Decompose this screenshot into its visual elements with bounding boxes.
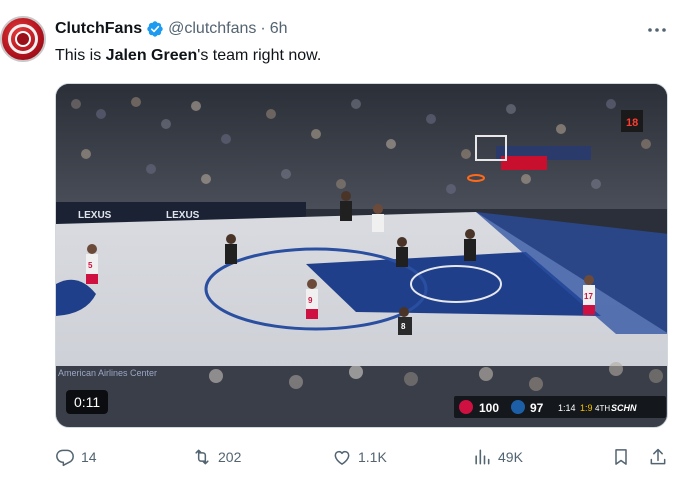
stanchion-sign bbox=[501, 156, 547, 170]
reply-button[interactable]: 14 bbox=[55, 446, 97, 468]
tweet-text-bold: Jalen Green bbox=[105, 47, 198, 64]
like-button[interactable]: 1.1K bbox=[332, 446, 387, 468]
tweet-text-end: 's team right now. bbox=[197, 47, 322, 64]
video-duration-badge: 0:11 bbox=[66, 390, 109, 414]
sponsor-text: LEXUS bbox=[78, 210, 112, 221]
video-player[interactable]: 100 97 1:14 1:9 4TH SCHN 18 5 9 17 8 LEX… bbox=[55, 83, 668, 428]
score-away: 97 bbox=[530, 401, 544, 415]
jersey-number: 17 bbox=[584, 292, 593, 301]
repost-icon bbox=[195, 449, 209, 465]
shot-clock: 1:9 bbox=[580, 403, 593, 413]
mavericks-logo bbox=[511, 400, 525, 414]
network-logo: SCHN bbox=[611, 403, 637, 413]
tweet-actions: 14 202 1.1K 49K bbox=[55, 446, 668, 468]
tweet-header: ClutchFans @clutchfans · 6h bbox=[55, 18, 288, 40]
views-button[interactable]: 49K bbox=[472, 446, 523, 468]
score-home: 100 bbox=[479, 401, 499, 415]
share-icon bbox=[650, 448, 666, 465]
jersey-number: 9 bbox=[308, 296, 313, 305]
jersey-number: 5 bbox=[88, 261, 93, 270]
timestamp[interactable]: 6h bbox=[270, 20, 288, 38]
video-frame: 100 97 1:14 1:9 4TH SCHN 18 5 9 17 8 LEX… bbox=[56, 84, 667, 427]
reply-count: 14 bbox=[81, 449, 97, 465]
like-icon bbox=[334, 450, 350, 465]
display-name[interactable]: ClutchFans bbox=[55, 20, 142, 38]
game-clock: 1:14 bbox=[558, 403, 576, 413]
views-count: 49K bbox=[498, 449, 523, 465]
more-icon[interactable] bbox=[645, 18, 669, 42]
tweet-text: This is Jalen Green's team right now. bbox=[55, 45, 321, 67]
quarter: 4TH bbox=[595, 404, 610, 413]
avatar-logo-center bbox=[15, 31, 31, 47]
arena-name-text: American Airlines Center bbox=[58, 368, 157, 378]
jersey-number: 8 bbox=[401, 322, 406, 331]
verified-badge-icon bbox=[147, 21, 163, 37]
avatar[interactable] bbox=[0, 16, 46, 62]
stanchion-clock-value: 18 bbox=[626, 117, 638, 129]
repost-button[interactable]: 202 bbox=[192, 446, 241, 468]
views-icon bbox=[475, 449, 490, 465]
tweet-text-start: This is bbox=[55, 47, 106, 64]
reply-icon bbox=[56, 449, 74, 467]
bookmark-button[interactable] bbox=[611, 446, 631, 468]
repost-count: 202 bbox=[218, 449, 242, 465]
handle[interactable]: @clutchfans bbox=[168, 20, 256, 38]
share-button[interactable] bbox=[648, 446, 668, 468]
bookmark-icon bbox=[615, 449, 627, 465]
rockets-logo bbox=[459, 400, 473, 414]
like-count: 1.1K bbox=[358, 449, 387, 465]
sponsor-text: LEXUS bbox=[166, 210, 200, 221]
separator: · bbox=[260, 20, 266, 37]
